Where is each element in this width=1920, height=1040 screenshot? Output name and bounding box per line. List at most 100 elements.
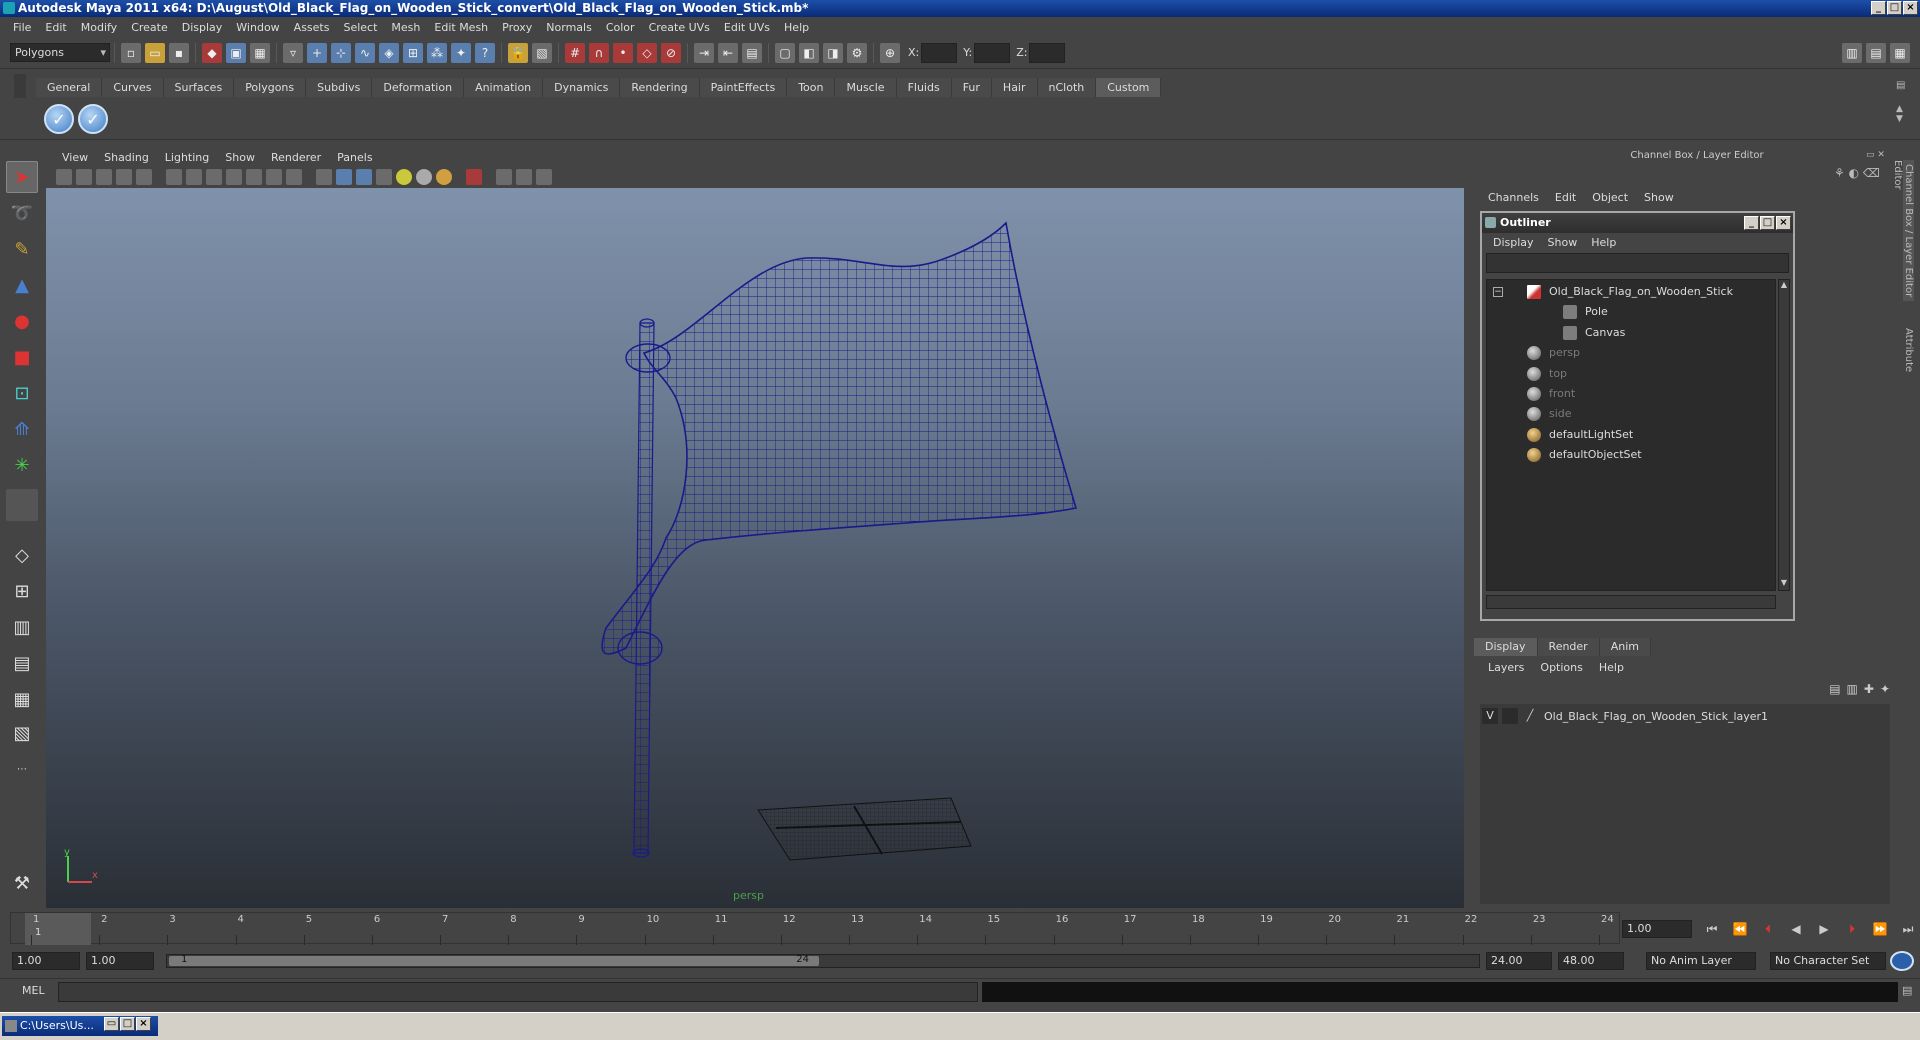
film-gate-icon[interactable] xyxy=(186,169,202,185)
channelbox-menu-show[interactable]: Show xyxy=(1636,191,1682,204)
new-layer-from-selection-icon[interactable]: ✦ xyxy=(1880,682,1890,700)
pick-dynamics-icon[interactable]: ⁂ xyxy=(427,42,447,63)
menu-create-uvs[interactable]: Create UVs xyxy=(642,21,717,34)
backface-culling-icon[interactable] xyxy=(536,169,552,185)
outliner-horizontal-scrollbar[interactable] xyxy=(1486,595,1776,609)
go-to-start-icon[interactable]: ⏮ xyxy=(1700,918,1724,940)
anim-layer-dropdown[interactable]: No Anim Layer xyxy=(1646,952,1756,970)
render-view-icon[interactable]: ▢ xyxy=(775,42,795,63)
playback-start-field[interactable]: 1.00 xyxy=(86,952,154,970)
outliner-item-top[interactable]: top xyxy=(1487,364,1775,384)
output-ops-icon[interactable]: ⇤ xyxy=(718,42,738,63)
menu-proxy[interactable]: Proxy xyxy=(495,21,539,34)
render-settings-icon[interactable]: ⚙ xyxy=(847,42,867,63)
shelf-tab-dynamics[interactable]: Dynamics xyxy=(543,78,621,97)
toggle-channel-box-icon[interactable]: ▦ xyxy=(1890,42,1910,63)
character-set-dropdown[interactable]: No Character Set xyxy=(1770,952,1886,970)
outliner-filter-field[interactable] xyxy=(1486,253,1789,273)
command-input[interactable] xyxy=(58,982,978,1002)
shelf-tab-fur[interactable]: Fur xyxy=(951,78,992,97)
go-to-end-icon[interactable]: ⏭ xyxy=(1896,918,1920,940)
safe-action-icon[interactable] xyxy=(266,169,282,185)
2d-pan-zoom-icon[interactable] xyxy=(136,169,152,185)
taskbar-close-button[interactable]: × xyxy=(136,1017,151,1031)
persp-graph-layout-icon[interactable]: ▤ xyxy=(6,647,38,679)
script-editor-icon[interactable]: ▤ xyxy=(1902,984,1916,998)
select-hierarchy-icon[interactable]: ◆ xyxy=(202,42,222,63)
time-slider[interactable]: 1 1 2 3 4 5 6 7 8 9 10 11 12 13 14 15 16 17 18 19 20 21 22 23 2… xyxy=(10,912,1620,945)
viewport-menu-panels[interactable]: Panels xyxy=(329,151,380,164)
four-view-layout-icon[interactable]: ⊞ xyxy=(6,575,38,607)
textured-icon[interactable] xyxy=(376,169,392,185)
resolution-gate-icon[interactable] xyxy=(206,169,222,185)
layer-menu-options[interactable]: Options xyxy=(1532,661,1590,674)
shelf-menu-icon[interactable]: ▤ xyxy=(1896,80,1908,94)
make-live-icon[interactable]: ⊘ xyxy=(661,42,681,63)
rotate-tool-icon[interactable]: ● xyxy=(6,305,38,337)
viewport-menu-view[interactable]: View xyxy=(54,151,96,164)
outliner-menu-display[interactable]: Display xyxy=(1486,236,1541,249)
menu-normals[interactable]: Normals xyxy=(539,21,599,34)
highlight-selection-icon[interactable]: ▧ xyxy=(532,42,552,63)
playback-end-field[interactable]: 24.00 xyxy=(1486,952,1552,970)
shelf-tab-curves[interactable]: Curves xyxy=(102,78,164,97)
range-slider-handle[interactable]: 1 24 xyxy=(169,954,819,966)
wireframe-on-shaded-icon[interactable] xyxy=(356,169,372,185)
toolbox-expand-icon[interactable]: ⋯ xyxy=(6,753,38,785)
window-titlebar[interactable]: Autodesk Maya 2011 x64: D:\August\Old_Bl… xyxy=(0,0,1920,17)
new-scene-icon[interactable]: ▫ xyxy=(121,42,141,63)
taskbar-restore-button[interactable]: ▭ xyxy=(104,1017,119,1031)
persp-graph-hypergraph-icon[interactable]: ▧ xyxy=(6,717,38,749)
use-all-lights-icon[interactable] xyxy=(396,169,412,185)
menu-select[interactable]: Select xyxy=(336,21,384,34)
viewport-menu-show[interactable]: Show xyxy=(217,151,263,164)
soft-mod-tool-icon[interactable]: ⟰ xyxy=(6,413,38,445)
pick-surfaces-icon[interactable]: ◈ xyxy=(379,42,399,63)
taskbar-maximize-button[interactable]: □ xyxy=(120,1017,135,1031)
shelf-tab-animation[interactable]: Animation xyxy=(464,78,544,97)
input-ops-icon[interactable]: ⇥ xyxy=(694,42,714,63)
shadows-icon[interactable] xyxy=(416,169,432,185)
pick-deformations-icon[interactable]: ⊞ xyxy=(403,42,423,63)
expand-collapse-icon[interactable]: − xyxy=(1493,287,1503,297)
close-button[interactable]: × xyxy=(1903,1,1918,15)
custom-shelf-button-2[interactable]: ✓ xyxy=(78,104,108,134)
outliner-minimize-button[interactable]: _ xyxy=(1744,216,1759,230)
menu-modify[interactable]: Modify xyxy=(74,21,124,34)
lock-selection-icon[interactable]: 🔒 xyxy=(508,42,528,63)
viewport-menu-shading[interactable]: Shading xyxy=(96,151,157,164)
pick-misc-icon[interactable]: ? xyxy=(475,42,495,63)
manipulator-tool-icon[interactable]: ⊡ xyxy=(6,377,38,409)
menu-create[interactable]: Create xyxy=(124,21,175,34)
save-scene-icon[interactable]: ▪ xyxy=(169,42,189,63)
menu-help[interactable]: Help xyxy=(777,21,816,34)
paint-select-tool-icon[interactable]: ✎ xyxy=(6,233,38,265)
pick-handles-icon[interactable]: + xyxy=(307,42,327,63)
current-frame-field[interactable]: 1.00 xyxy=(1622,920,1692,938)
minimize-button[interactable]: _ xyxy=(1871,1,1886,15)
outliner-item-front[interactable]: front xyxy=(1487,384,1775,404)
custom-shelf-button-1[interactable]: ✓ xyxy=(44,104,74,134)
new-empty-layer-icon[interactable]: ✚ xyxy=(1864,682,1874,700)
shelf-tab-custom[interactable]: Custom xyxy=(1096,78,1162,97)
select-tool-icon[interactable]: ➤ xyxy=(6,161,38,193)
channelbox-menu-channels[interactable]: Channels xyxy=(1480,191,1547,204)
side-tab-channel-box[interactable]: Channel Box / Layer Editor xyxy=(1903,160,1914,302)
isolate-select-icon[interactable] xyxy=(466,169,482,185)
channelbox-tools[interactable]: ⚘ ◐ ⌫ xyxy=(1834,166,1894,184)
play-forwards-icon[interactable]: ▶ xyxy=(1812,918,1836,940)
hypershade-layout-icon[interactable]: ▦ xyxy=(6,683,38,715)
construction-history-icon[interactable]: ▤ xyxy=(742,42,762,63)
outliner-maximize-button[interactable]: □ xyxy=(1760,216,1775,230)
safe-title-icon[interactable] xyxy=(286,169,302,185)
range-slider[interactable]: 1 24 xyxy=(166,954,1480,968)
shelf-tab-polygons[interactable]: Polygons xyxy=(234,78,307,97)
menu-mesh[interactable]: Mesh xyxy=(384,21,427,34)
render-current-frame-icon[interactable]: ◧ xyxy=(799,42,819,63)
toggle-tool-settings-icon[interactable]: ▤ xyxy=(1866,42,1886,63)
shelf-tab-subdivs[interactable]: Subdivs xyxy=(306,78,373,97)
menu-edit[interactable]: Edit xyxy=(38,21,73,34)
outliner-menu-show[interactable]: Show xyxy=(1541,236,1585,249)
open-scene-icon[interactable]: ▭ xyxy=(145,42,165,63)
wireframe-icon[interactable] xyxy=(316,169,332,185)
